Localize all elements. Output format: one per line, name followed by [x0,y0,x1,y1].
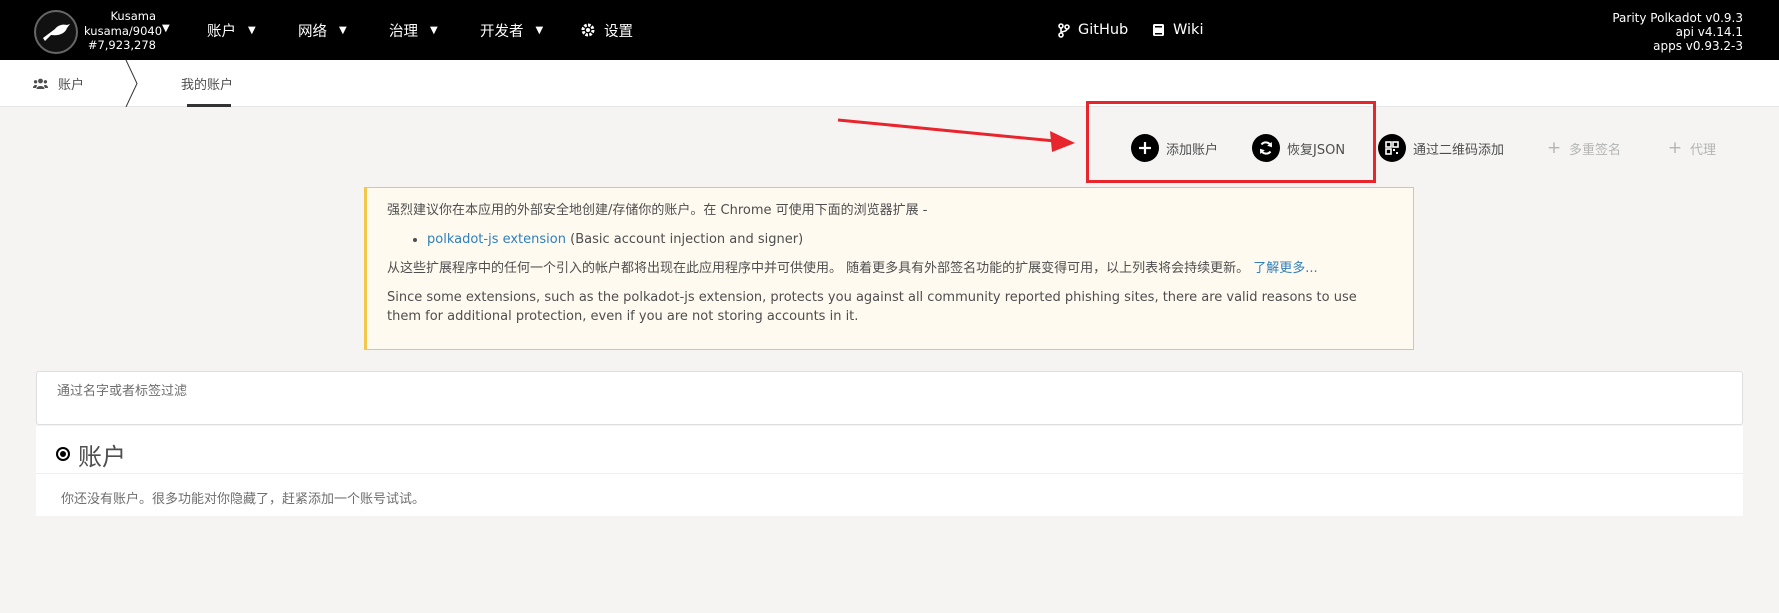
version-info: Parity Polkadot v0.9.3 api v4.14.1 apps … [1612,11,1743,53]
wiki-label: Wiki [1173,22,1204,38]
accounts-header: 账户 [56,435,126,473]
breadcrumb-chevron [125,60,138,107]
warning-line-2: 从这些扩展程序中的任何一个引入的帐户都将出现在此应用程序中并可供使用。 随着更多… [387,259,1393,278]
radio-dot-icon [56,447,70,461]
chain-info[interactable]: Kusama kusama/9040 #7,923,278 [84,9,163,53]
plus-icon: + [1667,138,1683,158]
github-label: GitHub [1078,22,1129,38]
annotation-highlight-box [1086,101,1376,183]
chevron-down-icon: ▼ [535,24,544,36]
qrcode-icon [1378,134,1406,162]
extension-warning: 强烈建议你在本应用的外部安全地创建/存储你的账户。在 Chrome 可使用下面的… [364,187,1414,350]
tab-bar: 账户 我的账户 [0,60,1779,107]
kusama-bird-icon [43,24,70,41]
extension-list: polkadot-js extension (Basic account inj… [387,230,1393,249]
proxy-button[interactable]: + 代理 [1667,133,1716,163]
chevron-down-icon[interactable]: ▼ [162,23,170,34]
warning-line-3: Since some extensions, such as the polka… [387,290,1357,324]
plus-icon: + [1546,138,1562,158]
users-icon [33,78,48,89]
warning-line-1: 强烈建议你在本应用的外部安全地创建/存储你的账户。在 Chrome 可使用下面的… [387,203,928,218]
tab-root-accounts: 账户 [33,60,84,107]
nav-settings[interactable]: 设置 [580,0,633,60]
learn-more-link[interactable]: 了解更多... [1253,261,1317,276]
chain-selector-logo[interactable] [34,10,78,54]
chain-block: #7,923,278 [87,38,156,52]
filter-box [36,371,1743,425]
tab-label: 我的账户 [181,78,234,93]
tab-my-accounts[interactable]: 我的账户 [181,60,233,107]
multisig-button[interactable]: + 多重签名 [1546,133,1621,163]
tab-active-indicator [187,104,231,107]
wiki-link[interactable]: Wiki [1152,0,1203,60]
nav-accounts[interactable]: 账户 ▼ [207,0,256,60]
github-link[interactable]: GitHub [1058,0,1128,60]
apps-version: apps v0.93.2-3 [1653,39,1743,53]
add-via-qr-label: 通过二维码添加 [1413,142,1505,158]
warning-line-2-text: 从这些扩展程序中的任何一个引入的帐户都将出现在此应用程序中并可供使用。 随着更多… [387,261,1250,276]
nav-governance[interactable]: 治理 ▼ [389,0,438,60]
chevron-down-icon: ▼ [248,24,256,36]
extension-item: polkadot-js extension (Basic account inj… [427,230,1393,249]
polkadot-js-extension-link[interactable]: polkadot-js extension [427,232,566,247]
node-version: Parity Polkadot v0.9.3 [1612,11,1743,25]
nav-developer[interactable]: 开发者 ▼ [480,0,543,60]
chevron-down-icon: ▼ [339,24,347,36]
accounts-empty-message: 你还没有账户。很多功能对你隐藏了，赶紧添加一个账号试试。 [61,492,426,507]
proxy-label: 代理 [1690,142,1717,158]
nav-network[interactable]: 网络 ▼ [298,0,347,60]
nav-label: 治理 [389,23,418,40]
nav-label: 设置 [604,23,633,40]
api-version: api v4.14.1 [1675,25,1743,39]
accounts-section: 账户 你还没有账户。很多功能对你隐藏了，赶紧添加一个账号试试。 [36,426,1743,516]
nav-label: 网络 [298,23,327,40]
add-via-qr-button[interactable]: 通过二维码添加 [1378,133,1504,163]
divider [36,473,1743,474]
chain-node: kusama/9040 [84,23,163,38]
chevron-down-icon: ▼ [430,24,438,36]
chain-name: Kusama [110,9,156,23]
nav-label: 开发者 [480,23,524,40]
nav-label: 账户 [207,23,236,40]
gear-icon [581,23,595,37]
book-icon [1153,24,1164,36]
extension-description: (Basic account injection and signer) [565,232,804,247]
accounts-title: 账户 [78,442,126,471]
top-navbar: Kusama kusama/9040 #7,923,278 ▼ 账户 ▼ 网络 ▼ … [0,0,1779,60]
multisig-label: 多重签名 [1569,142,1622,158]
tab-root-label: 账户 [58,78,85,93]
code-branch-icon [1058,22,1070,38]
filter-input[interactable] [57,380,657,402]
